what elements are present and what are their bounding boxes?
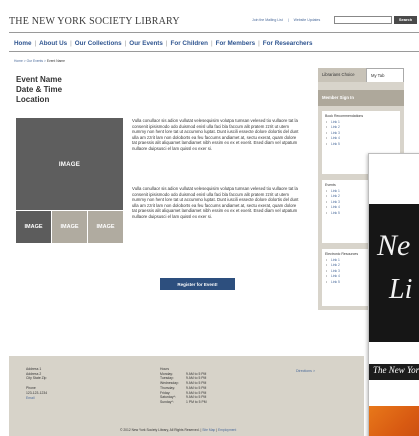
top-links-separator: | [287,18,289,22]
tab-my-tab[interactable]: My Tab [366,68,404,82]
nav-item-for-children[interactable]: For Children [171,40,208,47]
ad-brand-text: The New York [373,365,419,375]
footer-address: Address 1 Address 2 City State Zip Phone… [26,367,47,400]
hours-row: Sunday*: 1 PM to 5 PM [160,399,207,404]
nav-item-about-us[interactable]: About Us [39,40,67,47]
breadcrumb-our-events[interactable]: Our Events [27,59,44,63]
nav-separator: | [124,40,127,47]
copyright-line: © 2012 New York Society Library, All Rig… [120,428,237,432]
search-input[interactable] [334,16,392,24]
library-logo[interactable]: THE NEW YORK SOCIETY LIBRARY [9,16,180,27]
event-heading: Event Name Date & Time Location [16,75,62,105]
ad-orange-graphic [369,406,419,436]
employment-link[interactable]: Employment [218,428,236,432]
nav-separator: | [34,40,37,47]
nav-item-for-members[interactable]: For Members [216,40,256,47]
event-description-paragraph: Vulla conullaor sis adion vullutat veles… [132,118,299,151]
ad-artwork: Ne Li [369,204,419,342]
event-name: Event Name [16,75,62,84]
mailing-list-link[interactable]: Join the Mailing List [252,18,283,22]
breadcrumb: Home > Our Events > Event Name [14,59,65,63]
advertisement-popup[interactable]: X Ne Li The New York [368,153,419,436]
ad-script-text: Ne [377,229,411,262]
footer-hours: Hours Monday: 9 AM to 5 PM Tuesday: 9 AM t… [160,367,207,405]
main-nav: Home | About Us | Our Collections | Our Events… [14,40,313,47]
event-datetime: Date & Time [16,85,63,94]
nav-item-our-collections[interactable]: Our Collections [75,40,122,47]
event-description-paragraph: Vulla conullaor sis adion vullutat veles… [132,186,299,219]
event-main-image: IMAGE [16,118,123,210]
breadcrumb-current: Event Name [46,59,66,63]
ad-script-text: Li [389,274,413,305]
breadcrumb-home[interactable]: Home [14,59,23,63]
breadcrumb-separator: > [23,59,26,63]
nav-separator: | [210,40,213,47]
nav-divider-top [9,32,419,33]
sidebar-tabs: Librarians Choice My Tab [318,68,404,82]
sidebar-link[interactable]: Link 5 [325,142,397,148]
phone-number: 123-123-1234 [26,390,48,395]
nav-item-for-researchers[interactable]: For Researchers [263,40,313,47]
event-thumbnail[interactable]: IMAGE [16,211,51,243]
copyright-text: © 2012 New York Society Library, All Rig… [120,428,200,432]
event-thumbnail[interactable]: IMAGE [88,211,123,243]
sidebar-box-title: Book Recommendations [325,114,364,118]
address-line: City State Zip [26,376,47,381]
nav-separator: | [70,40,72,47]
nav-item-home[interactable]: Home [14,40,32,47]
event-location: Location [16,95,50,104]
event-thumbnail[interactable]: IMAGE [52,211,87,243]
email-link[interactable]: Email [26,396,47,401]
breadcrumb-separator: > [44,59,46,63]
member-sign-in[interactable]: Member Sign In [318,90,404,106]
nav-divider-bottom [9,51,419,52]
nav-separator: | [258,40,260,47]
website-updates-link[interactable]: Website Updates [294,18,321,22]
nav-separator: | [165,40,168,47]
search-button[interactable]: Search [394,16,417,24]
top-links: Join the Mailing List | Website Updates [252,18,324,22]
nav-item-our-events[interactable]: Our Events [129,40,163,47]
page: THE NEW YORK SOCIETY LIBRARY Join the Ma… [0,0,419,436]
site-map-link[interactable]: Site Map [202,428,215,432]
register-event-button[interactable]: Register for Event! [160,278,235,290]
directions-link[interactable]: Directions > [296,369,315,373]
tab-librarians-choice[interactable]: Librarians Choice [318,68,366,82]
